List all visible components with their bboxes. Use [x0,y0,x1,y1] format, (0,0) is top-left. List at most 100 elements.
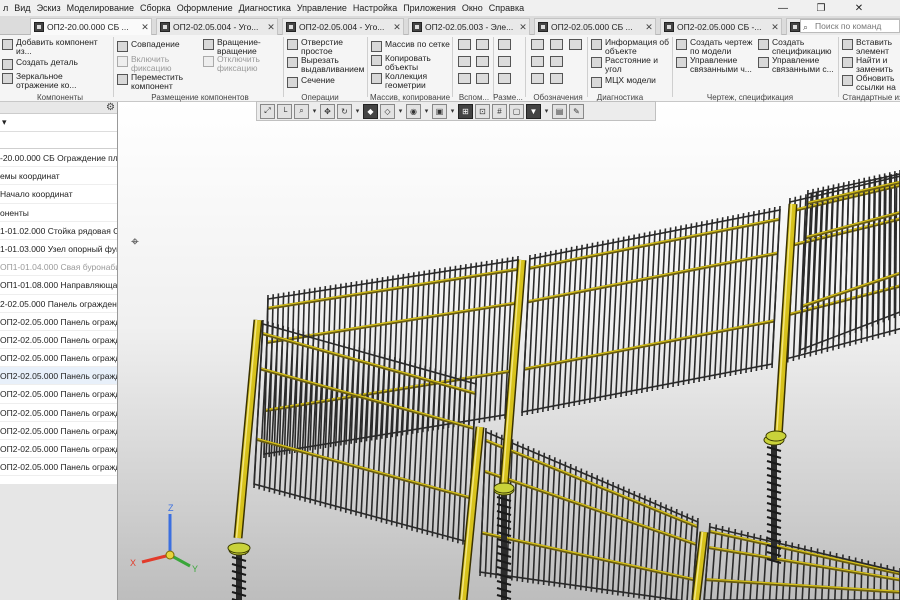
align-button[interactable]: Совпадение [117,40,180,52]
visibility-icon[interactable]: ◉ [406,103,421,119]
menu-item[interactable]: Диагностика [236,3,294,13]
gear-icon[interactable]: ⚙ [106,102,115,113]
manage-drawings-button[interactable]: Управление связанными ч... [676,56,756,73]
chevron-down-icon[interactable]: ▾ [423,104,430,119]
tree-item[interactable]: ОП2-02.05.000 Панель огражд [0,440,117,459]
move-component-button[interactable]: Переместить компонент [117,73,193,90]
point-icon[interactable] [458,73,471,84]
menu-item[interactable]: Моделирование [64,3,137,13]
3d-viewport[interactable] [118,102,900,600]
tree-item[interactable]: ОП2-02.05.000 Панель огражд [0,422,117,440]
mark-icon[interactable] [569,39,582,50]
menu-item[interactable]: Управление [294,3,350,13]
insert-element-button[interactable]: Вставить элемент [842,38,900,55]
curve-icon[interactable] [476,56,489,67]
geometry-collection-button[interactable]: Коллекция геометрии [371,72,435,89]
leader-icon[interactable] [531,39,544,50]
chevron-down-icon[interactable]: ▾ [449,104,456,119]
distance-angle-button[interactable]: Расстояние и угол [591,56,665,73]
menu-item[interactable]: Справка [486,3,527,13]
enable-fixation-button[interactable]: Включить фиксацию [117,55,189,72]
close-tab-icon[interactable]: ✕ [391,22,403,33]
menu-item[interactable]: Оформление [174,3,236,13]
create-drawing-button[interactable]: Создать чертеж по модели [676,38,756,55]
document-tab[interactable]: ОП2-02.05.000 СБ -... ✕ [660,18,782,35]
filter-icon[interactable]: ▼ [526,103,541,119]
rotate-view-icon[interactable]: ↻ [337,103,352,119]
tree-item[interactable]: ОП1-01.08.000 Направляющая [0,276,117,295]
linear-dimension-icon[interactable] [498,39,511,50]
tree-item[interactable]: ОП2-02.05.000 Панель огражд [0,458,117,477]
menu-item[interactable]: Окно [459,3,486,13]
menu-item[interactable]: Настройка [350,3,400,13]
tree-item[interactable]: -20.00.000 СБ Ограждение пло [0,149,117,168]
mirror-component-button[interactable]: Зеркальное отражение ко... [2,72,106,89]
document-tab[interactable]: ОП2-02.05.004 - Уго... ✕ [282,18,404,35]
close-tab-icon[interactable]: ✕ [265,22,277,33]
base-icon[interactable] [531,73,544,84]
radial-dimension-icon[interactable] [498,73,511,84]
position-icon[interactable] [550,39,563,50]
hole-button[interactable]: Отверстие простое [287,38,359,55]
chevron-down-icon[interactable]: ▾ [397,104,404,119]
tree-item[interactable]: ОП2-02.05.000 Панель огражд [0,349,117,368]
chevron-down-icon[interactable]: ▾ [543,104,550,119]
snap-icon[interactable]: ⊡ [475,103,490,119]
command-search-input[interactable]: ⌕ Поиск по команд [800,19,900,33]
tree-item[interactable]: ОП2-02.05.000 Панель огражд [0,331,117,350]
document-tab[interactable]: ОП2-02.05.004 - Уго... ✕ [156,18,278,35]
manage-specs-button[interactable]: Управление связанными с... [758,56,838,73]
disable-fixation-button[interactable]: Отключить фиксацию [203,55,277,72]
mass-properties-button[interactable]: МЦХ модели [591,76,656,88]
section-view-icon[interactable]: ⊞ [458,103,473,119]
tree-item[interactable]: емы координат [0,167,117,186]
rotate-button[interactable]: Вращение-вращение [203,38,277,55]
tree-item[interactable]: оненты [0,204,117,222]
tree-search-input[interactable] [0,132,117,149]
select-icon[interactable]: ▢ [509,103,524,119]
tolerance-icon[interactable] [550,56,563,67]
minimize-button[interactable]: — [770,0,796,16]
menu-item[interactable]: Приложения [400,3,459,13]
sketch-icon[interactable] [476,39,489,50]
section-button[interactable]: Сечение [287,76,335,88]
document-tab[interactable]: ОП2-02.05.003 - Эле... ✕ [408,18,530,35]
axes-view-icon[interactable]: └ [277,103,292,119]
close-window-button[interactable]: ✕ [846,0,872,16]
grid-array-button[interactable]: Массив по сетке [371,40,450,52]
display-mode-icon[interactable]: ▣ [432,103,447,119]
tree-item[interactable]: Начало координат [0,185,117,204]
shaded-view-icon[interactable]: ◆ [363,103,378,119]
copy-objects-button[interactable]: Копировать объекты [371,54,435,71]
pencil-icon[interactable]: ✎ [569,103,584,119]
grid-icon[interactable]: # [492,103,507,119]
angular-dimension-icon[interactable] [498,56,511,67]
tree-item[interactable]: 1-01.02.000 Стойка рядовая СТ [0,222,117,240]
close-tab-icon[interactable]: ✕ [517,22,529,33]
document-tab[interactable]: ОП2-20.00.000 СБ ... ✕ [30,18,152,35]
create-part-button[interactable]: Создать деталь [2,58,78,70]
chevron-down-icon[interactable]: ▾ [354,104,361,119]
zoom-icon[interactable]: ⌕ [294,103,309,119]
orientation-icon[interactable]: ◇ [380,103,395,119]
object-info-button[interactable]: Информация об объекте [591,38,671,55]
tree-filter-dropdown[interactable]: ▾ [0,114,117,132]
update-links-button[interactable]: Обновить ссылки на [842,74,900,91]
roughness-icon[interactable] [531,56,544,67]
tree-item[interactable]: ОП2-02.05.000 Панель огражд [0,367,117,386]
tree-item[interactable]: 1-01.03.000 Узел опорный фунд [0,240,117,259]
close-tab-icon[interactable]: ✕ [139,22,151,33]
add-component-button[interactable]: Добавить компонент из... [2,38,106,55]
menu-item[interactable]: Вид [11,3,33,13]
tree-item[interactable]: ОП1-01.04.000 Свая буронабив [0,258,117,277]
measure-icon[interactable]: ▤ [552,103,567,119]
weld-icon[interactable] [550,73,563,84]
tree-item[interactable]: ОП2-02.05.000 Панель огражд [0,385,117,404]
maximize-button[interactable]: ❐ [808,0,834,16]
plane-icon[interactable] [458,39,471,50]
menu-item[interactable]: Сборка [137,3,174,13]
tree-item[interactable]: ОП2-02.05.000 Панель огражд [0,313,117,331]
menu-item[interactable]: Эскиз [34,3,64,13]
surface-icon[interactable] [476,73,489,84]
tree-item[interactable]: 2-02.05.000 Панель ограждени [0,295,117,313]
